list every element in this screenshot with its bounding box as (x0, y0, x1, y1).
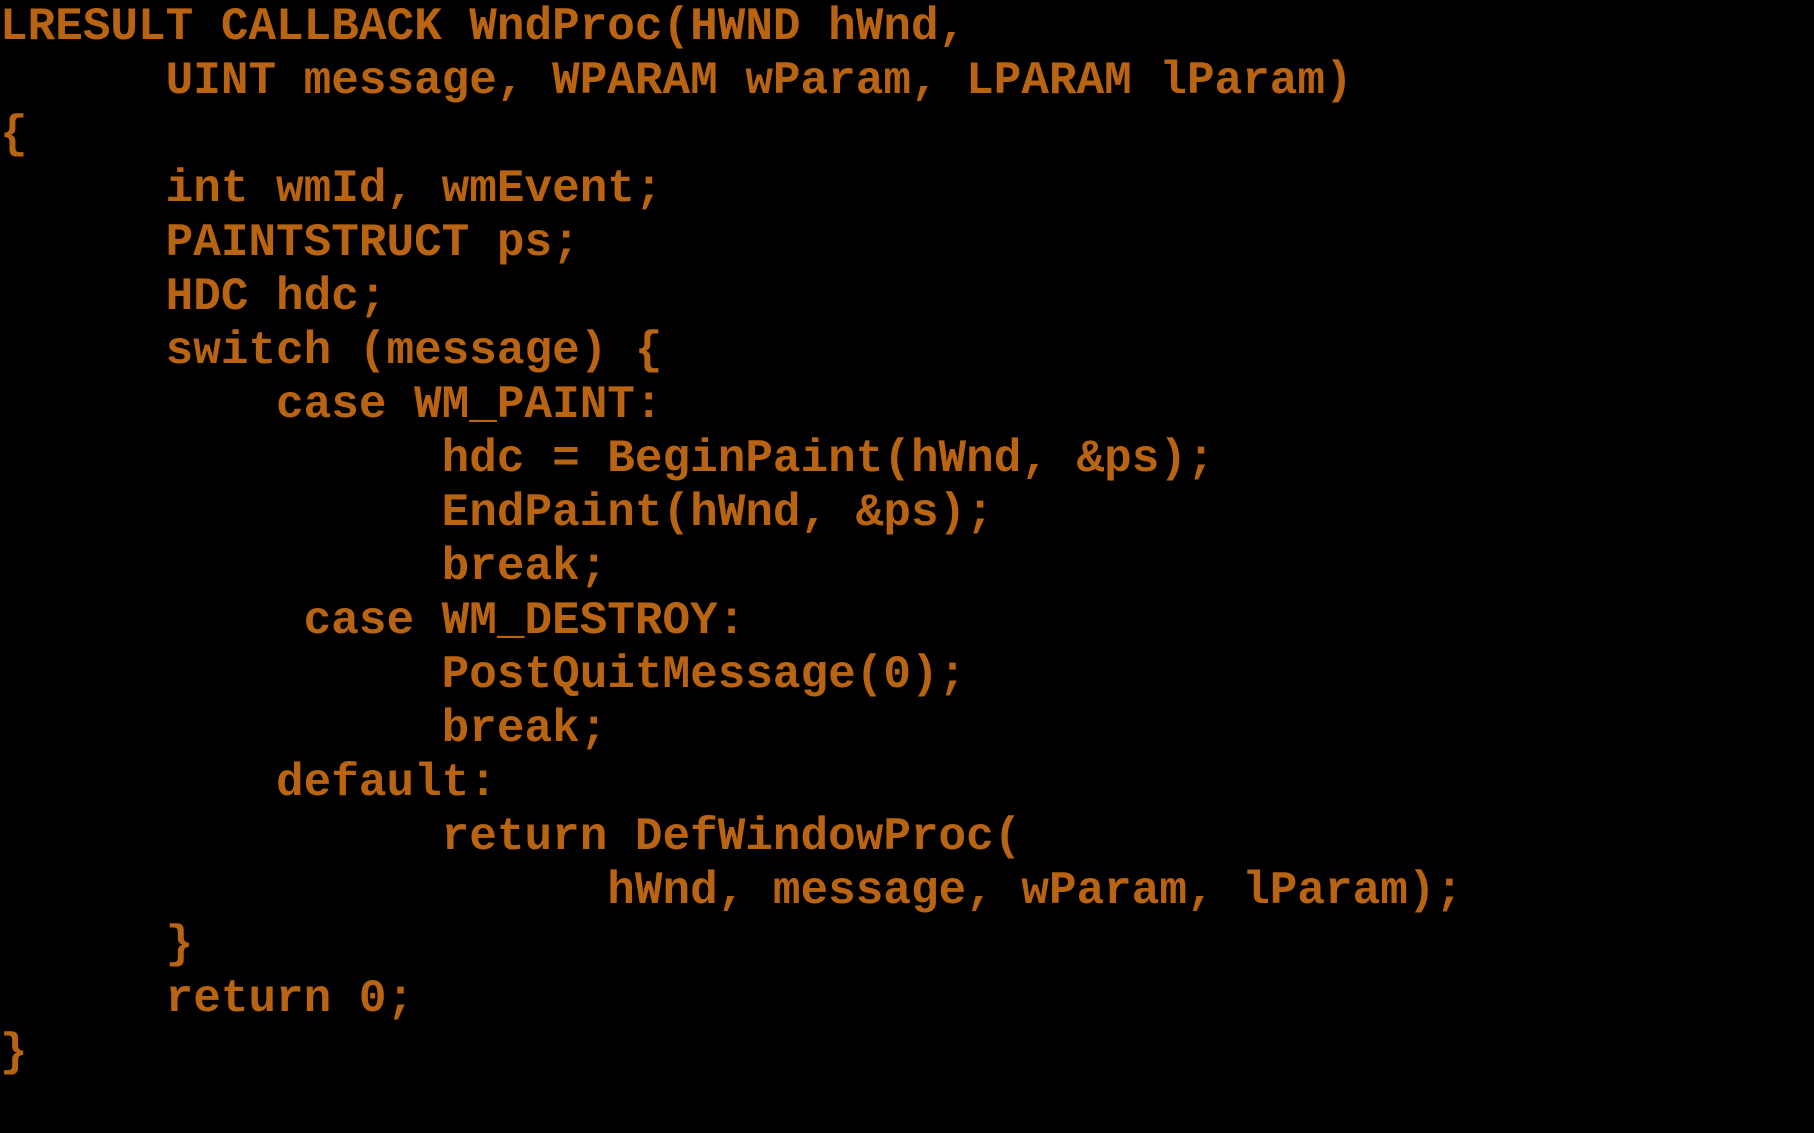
code-block: LRESULT CALLBACK WndProc(HWND hWnd, UINT… (0, 0, 1814, 1080)
